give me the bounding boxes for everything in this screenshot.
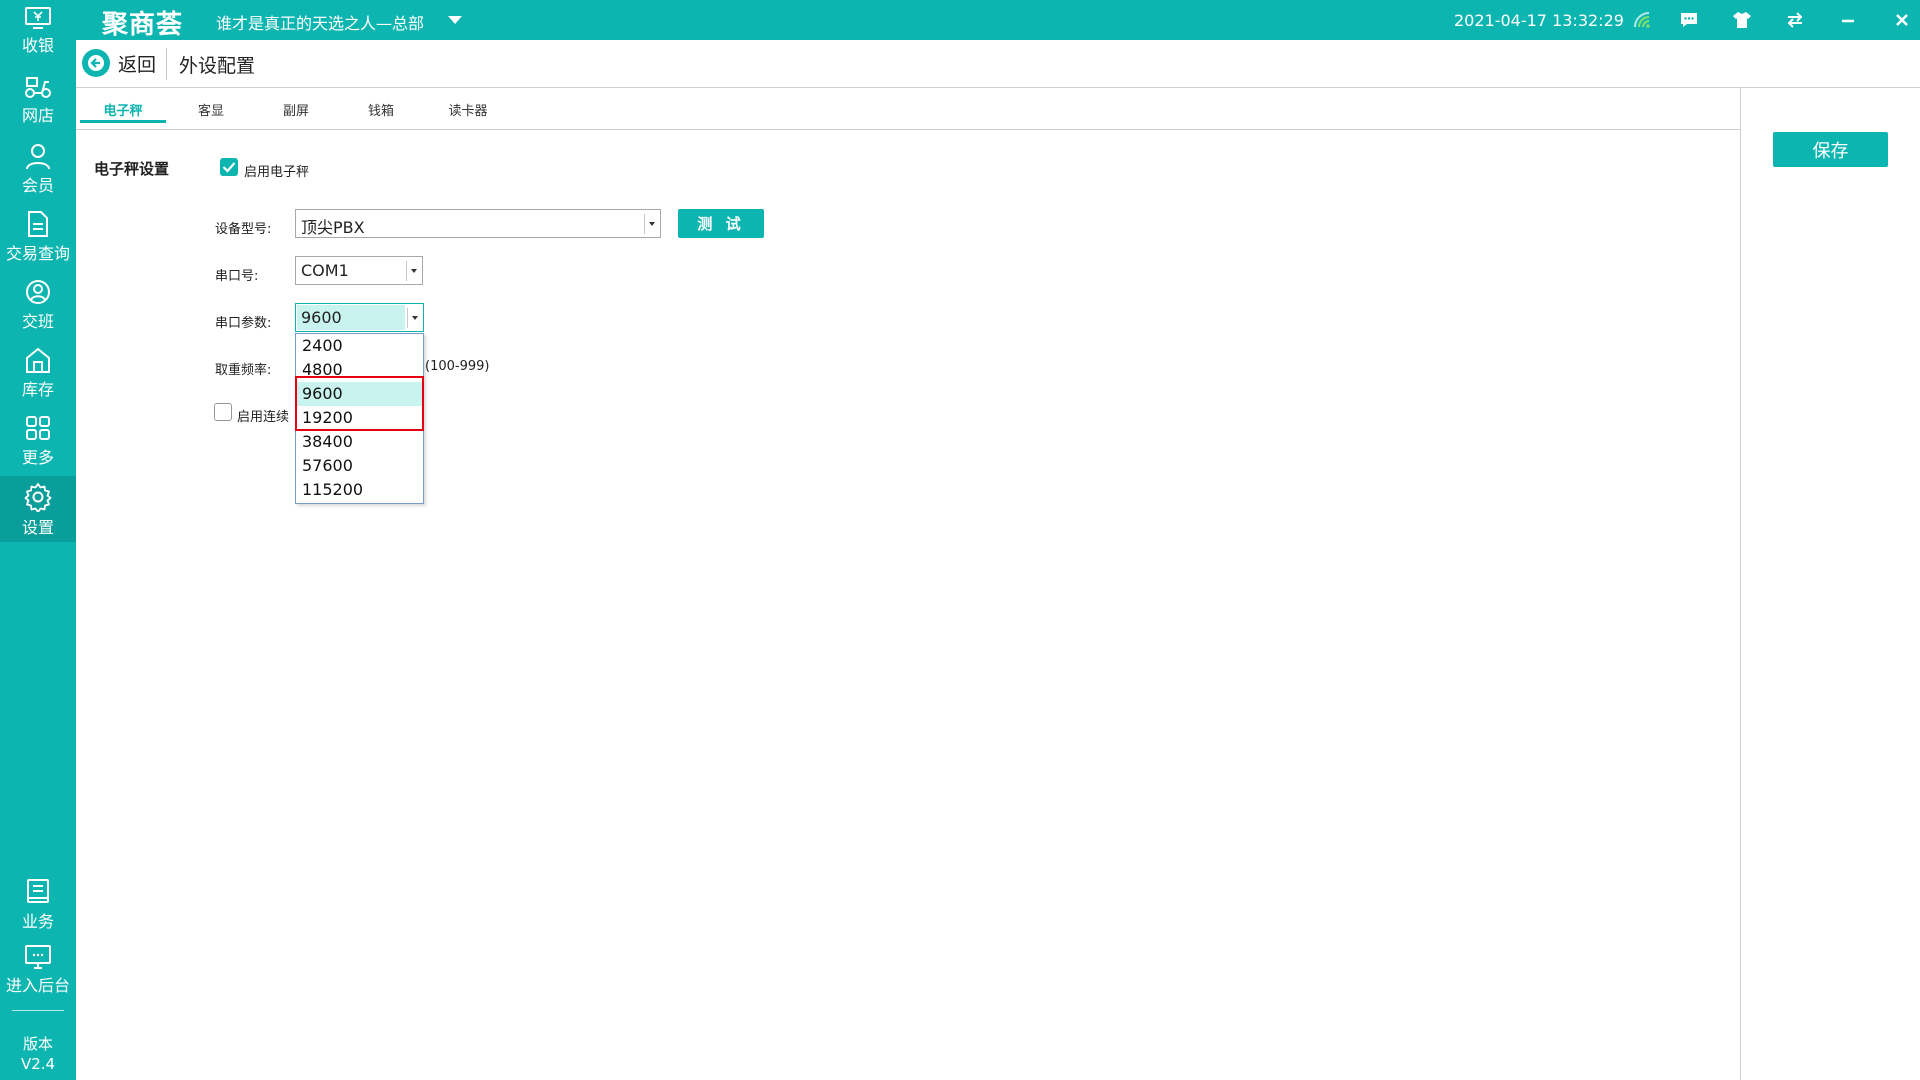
sidebar-item-label: 收银 — [21, 36, 54, 55]
sidebar-item-label: 业务 — [21, 912, 54, 931]
tab-card-reader[interactable]: 读卡器 — [442, 100, 494, 128]
sidebar-item-backend[interactable]: 进入后台 — [0, 938, 76, 1004]
sidebar-item-transactions[interactable]: 交易查询 — [0, 204, 76, 270]
enable-scale-label: 启用电子秤 — [244, 165, 310, 180]
baud-value: 9600 — [301, 308, 342, 327]
device-model-label: 设备型号: — [215, 222, 272, 237]
port-value: COM1 — [301, 261, 349, 280]
right-panel-divider — [1740, 88, 1741, 1080]
active-tab-indicator — [80, 120, 166, 123]
sidebar-item-label: 更多 — [21, 448, 54, 467]
version-info: 版本 V2.4 — [0, 1034, 76, 1074]
tab-customer-display[interactable]: 客显 — [191, 100, 231, 128]
gear-icon — [24, 483, 52, 512]
sidebar-item-member[interactable]: 会员 — [0, 136, 76, 202]
tab-secondary-screen[interactable]: 副屏 — [276, 100, 316, 128]
enable-scale-checkbox[interactable] — [220, 158, 238, 176]
sidebar-item-label: 交易查询 — [5, 244, 70, 263]
sidebar-item-online-store[interactable]: 网店 — [0, 68, 76, 134]
user-icon — [26, 144, 50, 170]
baud-dropdown-list: 2400 4800 9600 19200 38400 57600 115200 — [295, 333, 424, 504]
sidebar-item-business[interactable]: 业务 — [0, 872, 76, 938]
back-arrow-icon — [82, 49, 110, 77]
app-logo: 聚商荟 — [102, 10, 184, 40]
back-label: 返回 — [118, 53, 157, 76]
book-icon — [27, 879, 49, 903]
scooter-icon — [25, 77, 51, 98]
switch-icon[interactable] — [1783, 8, 1807, 32]
store-name[interactable]: 谁才是真正的天选之人—总部 — [216, 10, 424, 34]
peripheral-tabs: 电子秤 客显 副屏 钱箱 读卡器 — [76, 88, 1740, 130]
minimize-icon[interactable] — [1836, 8, 1860, 32]
chevron-down-icon — [406, 261, 420, 281]
monitor-icon — [25, 945, 51, 969]
continuous-checkbox[interactable] — [214, 403, 232, 421]
save-button[interactable]: 保存 — [1773, 132, 1888, 167]
sidebar-item-more[interactable]: 更多 — [0, 408, 76, 474]
store-dropdown-icon[interactable] — [448, 16, 462, 24]
sidebar-item-label: 进入后台 — [5, 976, 70, 995]
wifi-icon — [1631, 8, 1655, 32]
baud-option[interactable]: 2400 — [296, 334, 423, 358]
grid-icon — [26, 416, 50, 440]
sidebar-item-label: 会员 — [21, 176, 54, 195]
page-title: 外设配置 — [179, 55, 256, 77]
sidebar-item-shift[interactable]: 交班 — [0, 272, 76, 338]
cash-register-icon — [25, 7, 51, 29]
frequency-label: 取重频率: — [215, 363, 272, 378]
checkmark-icon — [222, 162, 236, 173]
device-model-select[interactable]: 顶尖PBX — [295, 209, 661, 238]
port-select[interactable]: COM1 — [295, 256, 423, 285]
warehouse-icon — [26, 347, 50, 373]
baud-option[interactable]: 19200 — [296, 406, 423, 430]
baud-label: 串口参数: — [215, 316, 272, 331]
tab-scale[interactable]: 电子秤 — [98, 100, 148, 128]
shift-icon — [26, 280, 50, 304]
baud-option-selected[interactable]: 9600 — [296, 382, 423, 406]
chevron-down-icon — [644, 214, 658, 234]
back-button[interactable]: 返回 — [82, 48, 156, 78]
test-button[interactable]: 测 试 — [678, 209, 764, 238]
baud-option[interactable]: 4800 — [296, 358, 423, 382]
sidebar-item-label: 交班 — [21, 312, 54, 331]
sidebar-item-label: 库存 — [21, 380, 54, 399]
skin-icon[interactable] — [1730, 8, 1754, 32]
tab-cash-drawer[interactable]: 钱箱 — [361, 100, 401, 128]
frequency-hint: (100-999) — [425, 359, 490, 374]
version-value: V2.4 — [20, 1055, 56, 1073]
close-icon[interactable] — [1890, 8, 1914, 32]
continuous-label: 启用连续 — [237, 410, 290, 425]
title-bar: 聚商荟 谁才是真正的天选之人—总部 2021-04-17 13:32:29 — [76, 0, 1920, 40]
sidebar-item-inventory[interactable]: 库存 — [0, 340, 76, 406]
port-label: 串口号: — [215, 269, 259, 284]
sidebar: 收银 网店 会员 交易查询 交班 库存 更多 设置 业务 进入后台 版本 V2.… — [0, 0, 76, 1080]
datetime: 2021-04-17 13:32:29 — [1454, 11, 1624, 30]
baud-select[interactable]: 9600 — [295, 303, 424, 332]
document-icon — [28, 211, 48, 237]
sidebar-divider — [12, 1010, 64, 1011]
sidebar-item-settings[interactable]: 设置 — [0, 476, 76, 542]
message-icon[interactable] — [1677, 8, 1701, 32]
sidebar-item-label: 网店 — [21, 106, 54, 125]
chevron-down-icon — [407, 308, 421, 328]
sidebar-item-cashier[interactable]: 收银 — [0, 0, 76, 66]
device-model-value: 顶尖PBX — [301, 218, 365, 237]
header-separator — [166, 48, 167, 80]
baud-option[interactable]: 115200 — [296, 478, 423, 502]
baud-option[interactable]: 38400 — [296, 430, 423, 454]
version-label: 版本 — [22, 1035, 53, 1053]
section-title: 电子秤设置 — [94, 160, 170, 178]
sidebar-item-label: 设置 — [21, 518, 54, 537]
page-header: 返回 外设配置 — [76, 40, 1920, 88]
baud-option[interactable]: 57600 — [296, 454, 423, 478]
